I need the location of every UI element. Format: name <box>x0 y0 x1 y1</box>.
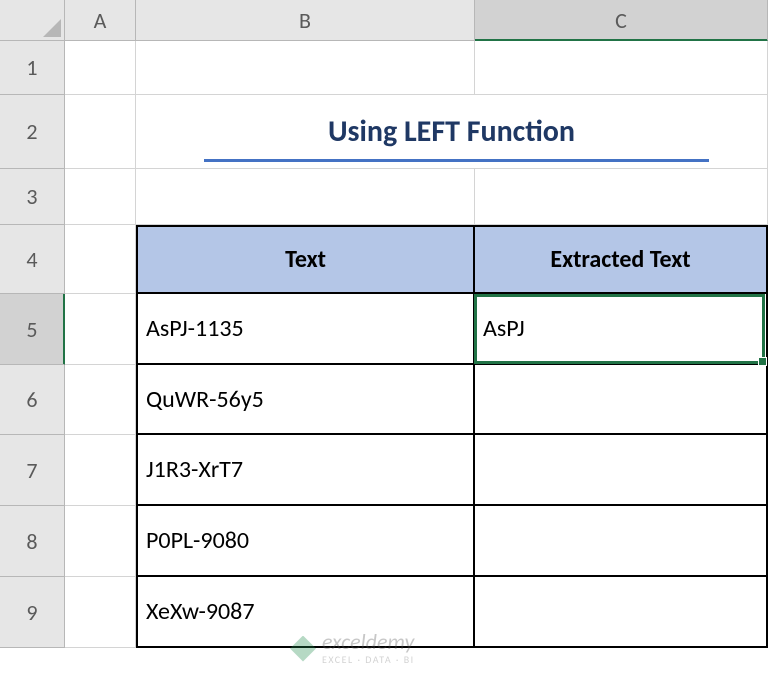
row-header-9[interactable]: 9 <box>0 577 65 648</box>
watermark-tag: EXCEL · DATA · BI <box>322 653 415 666</box>
spreadsheet: A B C 1 2 3 4 5 6 7 8 9 Using LEFT Funct… <box>0 0 768 682</box>
cell-A6[interactable] <box>65 365 136 435</box>
header-label: Extracted Text <box>550 245 690 274</box>
cell-value: QuWR-56y5 <box>146 385 264 414</box>
cell-grid: Using LEFT Function Text Extracted Text … <box>65 41 768 648</box>
row-label: 9 <box>26 599 37 626</box>
col-label: B <box>299 7 311 34</box>
cell-C6[interactable] <box>475 365 768 435</box>
row-label: 5 <box>26 316 37 343</box>
cell-C9[interactable] <box>475 577 768 648</box>
watermark: exceldemy EXCEL · DATA · BI <box>290 631 415 666</box>
cell-A3[interactable] <box>65 169 136 225</box>
cell-B8[interactable]: P0PL-9080 <box>136 506 475 577</box>
select-all-corner[interactable] <box>0 0 65 41</box>
row-header-4[interactable]: 4 <box>0 225 65 294</box>
cell-A8[interactable] <box>65 506 136 577</box>
cell-A4[interactable] <box>65 225 136 294</box>
col-label: A <box>94 7 107 34</box>
col-header-C[interactable]: C <box>475 0 768 41</box>
column-headers: A B C <box>65 0 768 41</box>
header-label: Text <box>285 245 326 274</box>
select-all-triangle-icon <box>43 19 61 37</box>
row-header-2[interactable]: 2 <box>0 95 65 169</box>
cell-C8[interactable] <box>475 506 768 577</box>
cell-C7[interactable] <box>475 435 768 506</box>
row-header-6[interactable]: 6 <box>0 365 65 435</box>
cell-B3[interactable] <box>136 169 475 225</box>
row-headers: 1 2 3 4 5 6 7 8 9 <box>0 41 65 648</box>
row-header-5[interactable]: 5 <box>0 294 65 365</box>
cell-C1[interactable] <box>475 41 768 95</box>
cell-A1[interactable] <box>65 41 136 95</box>
col-label: C <box>615 7 627 34</box>
row-label: 4 <box>26 246 37 273</box>
row-header-1[interactable]: 1 <box>0 41 65 95</box>
row-label: 7 <box>26 457 37 484</box>
cell-A2[interactable] <box>65 95 136 169</box>
cell-B6[interactable]: QuWR-56y5 <box>136 365 475 435</box>
row-header-3[interactable]: 3 <box>0 169 65 225</box>
title-underline <box>204 159 709 162</box>
cell-value: AsPJ <box>483 314 525 343</box>
cell-A9[interactable] <box>65 577 136 648</box>
title-cell[interactable]: Using LEFT Function <box>136 95 768 169</box>
cell-B5[interactable]: AsPJ-1135 <box>136 294 475 365</box>
cell-A5[interactable] <box>65 294 136 365</box>
cell-value: XeXw-9087 <box>146 597 254 626</box>
cell-B1[interactable] <box>136 41 475 95</box>
row-label: 6 <box>26 386 37 413</box>
row-label: 8 <box>26 528 37 555</box>
watermark-brand: exceldemy <box>322 631 415 653</box>
cell-value: P0PL-9080 <box>146 526 249 555</box>
col-header-A[interactable]: A <box>65 0 136 41</box>
cell-C5[interactable]: AsPJ <box>475 294 768 365</box>
cell-A7[interactable] <box>65 435 136 506</box>
row-label: 1 <box>26 54 37 81</box>
cell-value: AsPJ-1135 <box>146 314 244 343</box>
cell-B7[interactable]: J1R3-XrT7 <box>136 435 475 506</box>
col-header-B[interactable]: B <box>136 0 475 41</box>
watermark-logo-icon <box>290 636 316 662</box>
row-header-7[interactable]: 7 <box>0 435 65 506</box>
cell-C3[interactable] <box>475 169 768 225</box>
row-label: 2 <box>26 118 37 145</box>
row-header-8[interactable]: 8 <box>0 506 65 577</box>
header-extracted[interactable]: Extracted Text <box>475 225 768 294</box>
title-text: Using LEFT Function <box>328 113 575 150</box>
header-text[interactable]: Text <box>136 225 475 294</box>
row-label: 3 <box>26 183 37 210</box>
cell-value: J1R3-XrT7 <box>146 455 243 484</box>
